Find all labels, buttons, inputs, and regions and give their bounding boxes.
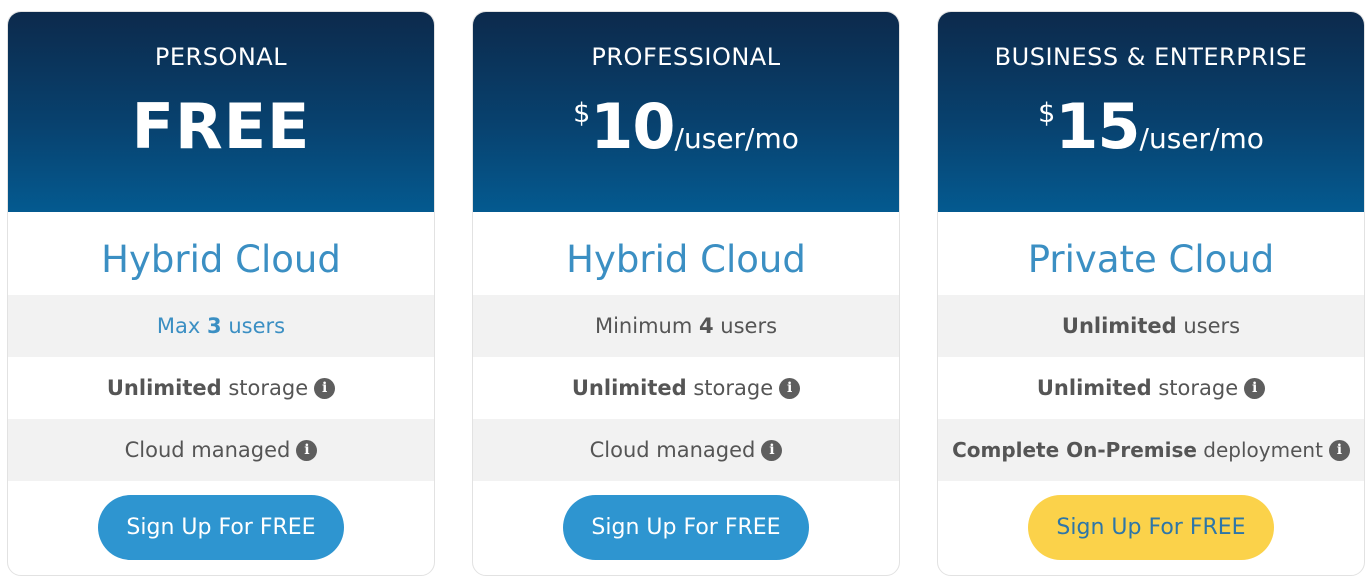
storage-bold: Unlimited [106,376,222,400]
users-prefix: Minimum [594,314,699,338]
button-area: Sign Up For FREE [938,481,1364,575]
info-icon[interactable]: i [314,378,336,399]
storage-suffix: storage [686,376,774,400]
plan-tier-name: PROFESSIONAL [591,43,781,71]
plan-title: Hybrid Cloud [101,238,341,281]
users-count: 4 [698,314,714,338]
feature-storage: Unlimited storage i [8,357,434,419]
plan-header: PROFESSIONAL $10/user/mo [473,12,899,212]
storage-suffix: storage [1151,376,1239,400]
users-suffix: users [221,314,286,338]
info-icon[interactable]: i [761,440,783,461]
users-suffix: users [713,314,778,338]
feature-users: Unlimited users [938,295,1364,357]
feature-storage: Unlimited storage i [473,357,899,419]
feature-managed: Cloud managed i [473,419,899,481]
info-icon[interactable]: i [1244,378,1266,399]
price-unit: /user/mo [674,122,799,155]
sign-up-button[interactable]: Sign Up For FREE [563,495,809,560]
sign-up-button[interactable]: Sign Up For FREE [98,495,344,560]
plan-price: $15/user/mo [938,90,1364,163]
feature-storage: Unlimited storage i [938,357,1364,419]
price-currency: $ [573,98,591,129]
plan-header: PERSONAL FREE [8,12,434,212]
plan-tier-name: BUSINESS & ENTERPRISE [994,43,1308,71]
sign-up-button[interactable]: Sign Up For FREE [1028,495,1274,560]
plan-title: Private Cloud [1027,238,1275,281]
price-amount: 15 [1055,90,1140,163]
plan-card-professional: PROFESSIONAL $10/user/mo Hybrid Cloud Mi… [472,11,900,576]
info-icon[interactable]: i [296,440,318,461]
feature-users: Minimum 4 users [473,295,899,357]
plan-header: BUSINESS & ENTERPRISE $15/user/mo [938,12,1364,212]
users-count: Unlimited [1061,314,1177,338]
plan-tier-name: PERSONAL [154,43,288,71]
deployment-bold: Complete On-Premise [952,438,1197,462]
plan-card-business-enterprise: BUSINESS & ENTERPRISE $15/user/mo Privat… [937,11,1365,576]
feature-deployment: Complete On-Premise deployment i [938,419,1364,481]
price-free-label: FREE [131,90,311,163]
deployment-suffix: deployment [1196,438,1323,462]
feature-users: Max 3 users [8,295,434,357]
price-currency: $ [1038,98,1056,129]
button-area: Sign Up For FREE [473,481,899,575]
storage-bold: Unlimited [1036,376,1152,400]
button-area: Sign Up For FREE [8,481,434,575]
managed-text: Cloud managed [124,438,291,462]
info-icon[interactable]: i [1328,440,1350,461]
users-suffix: users [1176,314,1241,338]
feature-managed: Cloud managed i [8,419,434,481]
plan-card-personal: PERSONAL FREE Hybrid Cloud Max 3 users U… [7,11,435,576]
users-prefix: Max [156,314,208,338]
plan-title: Hybrid Cloud [566,238,806,281]
storage-suffix: storage [221,376,309,400]
price-unit: /user/mo [1139,122,1264,155]
plan-price: FREE [8,90,434,163]
managed-text: Cloud managed [589,438,756,462]
storage-bold: Unlimited [571,376,687,400]
plan-price: $10/user/mo [473,90,899,163]
info-icon[interactable]: i [779,378,801,399]
users-count: 3 [207,314,222,338]
price-amount: 10 [590,90,675,163]
